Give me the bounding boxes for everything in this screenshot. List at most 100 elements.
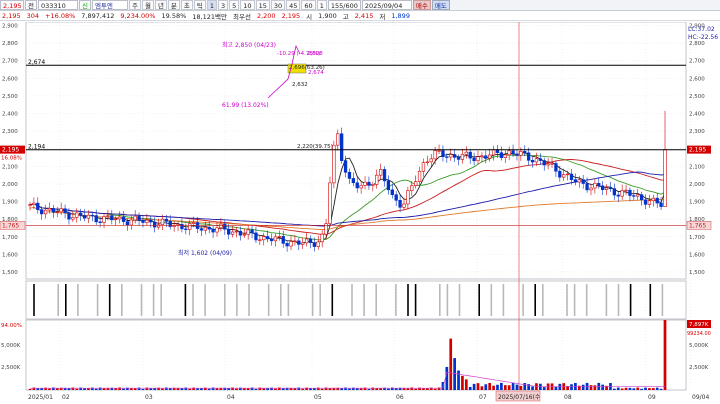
- last-price: 2,195: [281, 11, 301, 20]
- candle-body: [160, 218, 165, 226]
- volume-bar: [624, 387, 628, 390]
- candle-body: [445, 156, 449, 158]
- candle-body: [550, 163, 554, 165]
- price-tick-left: 2,700: [2, 59, 18, 65]
- trade-amount: 18,121백만: [192, 12, 227, 21]
- candle-body: [164, 218, 169, 222]
- candle-body: [433, 150, 437, 160]
- sell-button[interactable]: 매도: [431, 0, 450, 10]
- volume-bar: [274, 388, 277, 390]
- current-pct-left-label: 16.08%: [1, 156, 22, 162]
- candle-body: [643, 199, 648, 205]
- date-tick: 09/04: [692, 394, 709, 401]
- buy-button[interactable]: 매수: [412, 0, 431, 10]
- volume-bar: [180, 388, 184, 390]
- candle-body: [519, 151, 523, 156]
- volume-right-axis-2500: 2,500K: [689, 365, 709, 371]
- period-button-9[interactable]: 10: [240, 0, 255, 10]
- period-button-13[interactable]: 60: [301, 0, 316, 10]
- candle-body: [51, 208, 56, 213]
- candle-body: [542, 160, 546, 166]
- period-button-1[interactable]: 월: [141, 0, 154, 10]
- volume-bar: [488, 382, 492, 390]
- candle-body: [363, 181, 367, 186]
- candle-body: [203, 226, 207, 231]
- volume-value: 7,897,412: [81, 11, 115, 20]
- candle-body: [359, 185, 363, 189]
- volume-bar: [542, 387, 546, 390]
- search-button[interactable]: 신: [78, 0, 91, 10]
- volume-bar: [414, 388, 418, 390]
- period-button-12[interactable]: 45: [286, 0, 301, 10]
- candle-body: [417, 170, 422, 182]
- low-price: 1,899: [391, 11, 410, 20]
- volume-bar: [636, 387, 640, 390]
- price-tick-right: 1,600: [689, 252, 705, 258]
- period-button-3[interactable]: 분: [167, 0, 180, 10]
- candle-body: [82, 215, 87, 219]
- candle-body: [265, 236, 270, 240]
- stock-name-field[interactable]: 엠투엔: [91, 0, 128, 10]
- volume-bar: [449, 338, 453, 390]
- candle-body: [659, 202, 663, 207]
- candle-body: [639, 194, 644, 201]
- volume-bar: [546, 383, 550, 390]
- candle-body: [211, 228, 215, 233]
- candle-body: [398, 199, 402, 208]
- candle-body: [534, 158, 539, 163]
- period-button-0[interactable]: 주: [128, 0, 141, 10]
- candle-body: [589, 187, 593, 191]
- candle-body: [285, 243, 289, 247]
- volume-bar: [55, 388, 59, 390]
- candle-body: [63, 208, 67, 214]
- legend-lc: LC:37.02: [688, 26, 715, 33]
- volume-bar: [328, 388, 332, 390]
- period-button-6[interactable]: 1: [206, 0, 218, 10]
- candle-body: [102, 216, 106, 223]
- price-tick-left: 1,700: [2, 235, 18, 241]
- candle-body: [530, 160, 535, 163]
- period-button-11[interactable]: 30: [270, 0, 286, 10]
- candle-body: [191, 222, 196, 224]
- date-field[interactable]: 2025/09/04: [361, 0, 412, 10]
- period-button-8[interactable]: 5: [229, 0, 240, 10]
- candle-body: [75, 212, 79, 218]
- price-tick-right: 2,300: [689, 129, 705, 135]
- turnover-ratio: 19.58%: [161, 11, 187, 20]
- volume-right-bottom: 99234.00: [687, 331, 711, 337]
- low-line-right-label: 1,765: [689, 222, 706, 229]
- period-button-5[interactable]: 틱: [193, 0, 206, 10]
- volume-bar: [566, 386, 569, 390]
- period-button-7[interactable]: 3: [218, 0, 229, 10]
- candle-body: [301, 242, 305, 245]
- volume-axis-5000: 5,000K: [1, 343, 21, 349]
- candle-body: [168, 221, 172, 227]
- period-button-10[interactable]: 15: [255, 0, 270, 10]
- candle-body: [246, 229, 250, 235]
- volume-bar: [387, 388, 390, 390]
- volume-bar: [655, 387, 659, 390]
- volume-bar: [581, 384, 585, 390]
- price-tick-left: 2,800: [2, 41, 18, 47]
- date-tick: 06: [396, 394, 404, 401]
- high-note: 최고 2,850 (04/23): [222, 41, 276, 49]
- candle-body: [129, 219, 133, 226]
- bar-count-field[interactable]: 155/600: [327, 0, 361, 10]
- volume-bar: [433, 388, 437, 390]
- date-tick: 03: [145, 394, 153, 401]
- period-button-14[interactable]: 1: [316, 0, 327, 10]
- period-button-2[interactable]: 년: [154, 0, 167, 10]
- volume-bar: [620, 388, 624, 390]
- code-prefix[interactable]: 전: [25, 0, 37, 10]
- volume-bar: [523, 383, 527, 390]
- stock-code-input[interactable]: 033310: [37, 0, 78, 10]
- candle-body: [507, 150, 511, 156]
- volume-bar: [235, 388, 238, 390]
- candle-body: [601, 185, 605, 190]
- stock-chart[interactable]: 2,9002,8002,7002,6002,5002,4002,3002,200…: [0, 22, 720, 404]
- candle-body: [32, 202, 36, 206]
- candle-body: [452, 154, 457, 158]
- period-button-4[interactable]: 초: [180, 0, 193, 10]
- candle-body: [421, 162, 426, 172]
- volume-bar: [492, 385, 495, 390]
